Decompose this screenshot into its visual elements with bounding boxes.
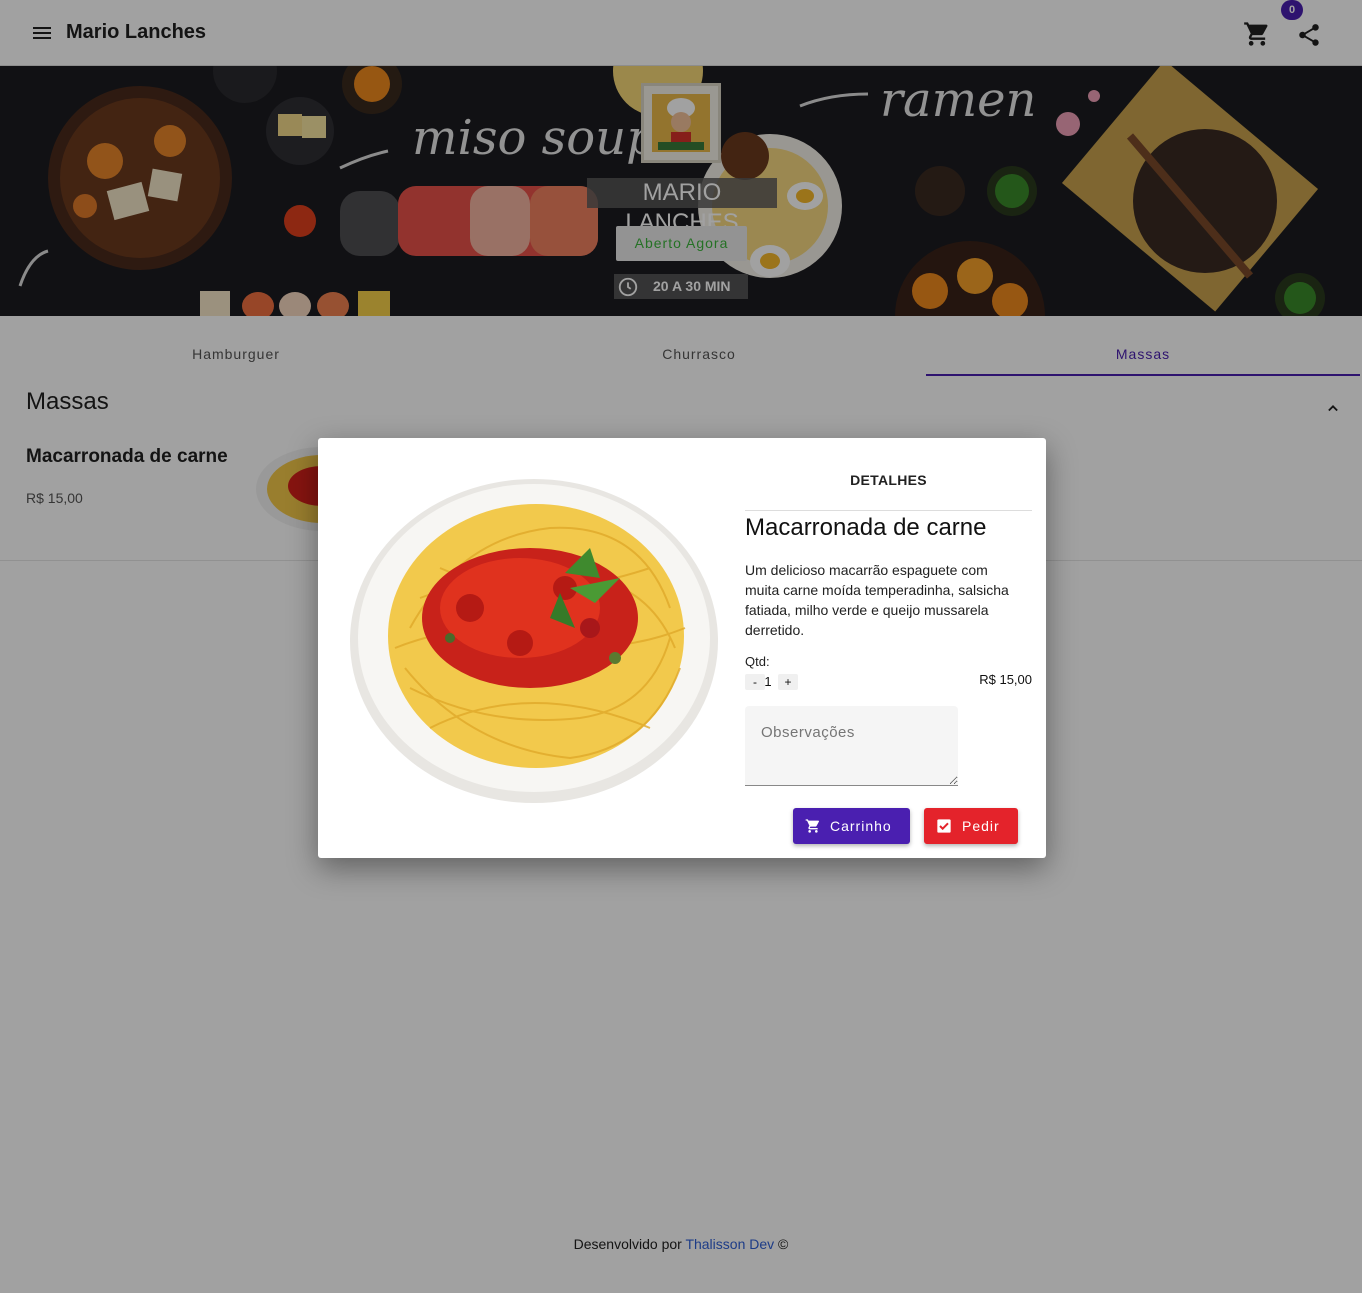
add-to-cart-label: Carrinho (830, 818, 892, 834)
product-image (350, 478, 720, 804)
order-button[interactable]: Pedir (924, 808, 1018, 844)
quantity-value: 1 (764, 674, 772, 689)
dialog-product-name: Macarronada de carne (745, 514, 987, 541)
notes-field[interactable] (745, 706, 958, 786)
dialog-title: DETALHES (850, 472, 927, 488)
dialog-product-price: R$ 15,00 (979, 672, 1032, 687)
dialog-product-description: Um delicioso macarrão espaguete com muit… (745, 562, 1009, 638)
cart-icon (805, 819, 820, 833)
quantity-increment-button[interactable]: + (778, 674, 798, 690)
order-label: Pedir (962, 818, 1000, 834)
dialog-divider (745, 510, 1032, 511)
add-to-cart-button[interactable]: Carrinho (793, 808, 910, 844)
checkbox-icon (937, 819, 951, 833)
quantity-label: Qtd: (745, 654, 770, 669)
product-details-dialog: DETALHES Macarronada de carne Um delicio… (318, 438, 1046, 858)
